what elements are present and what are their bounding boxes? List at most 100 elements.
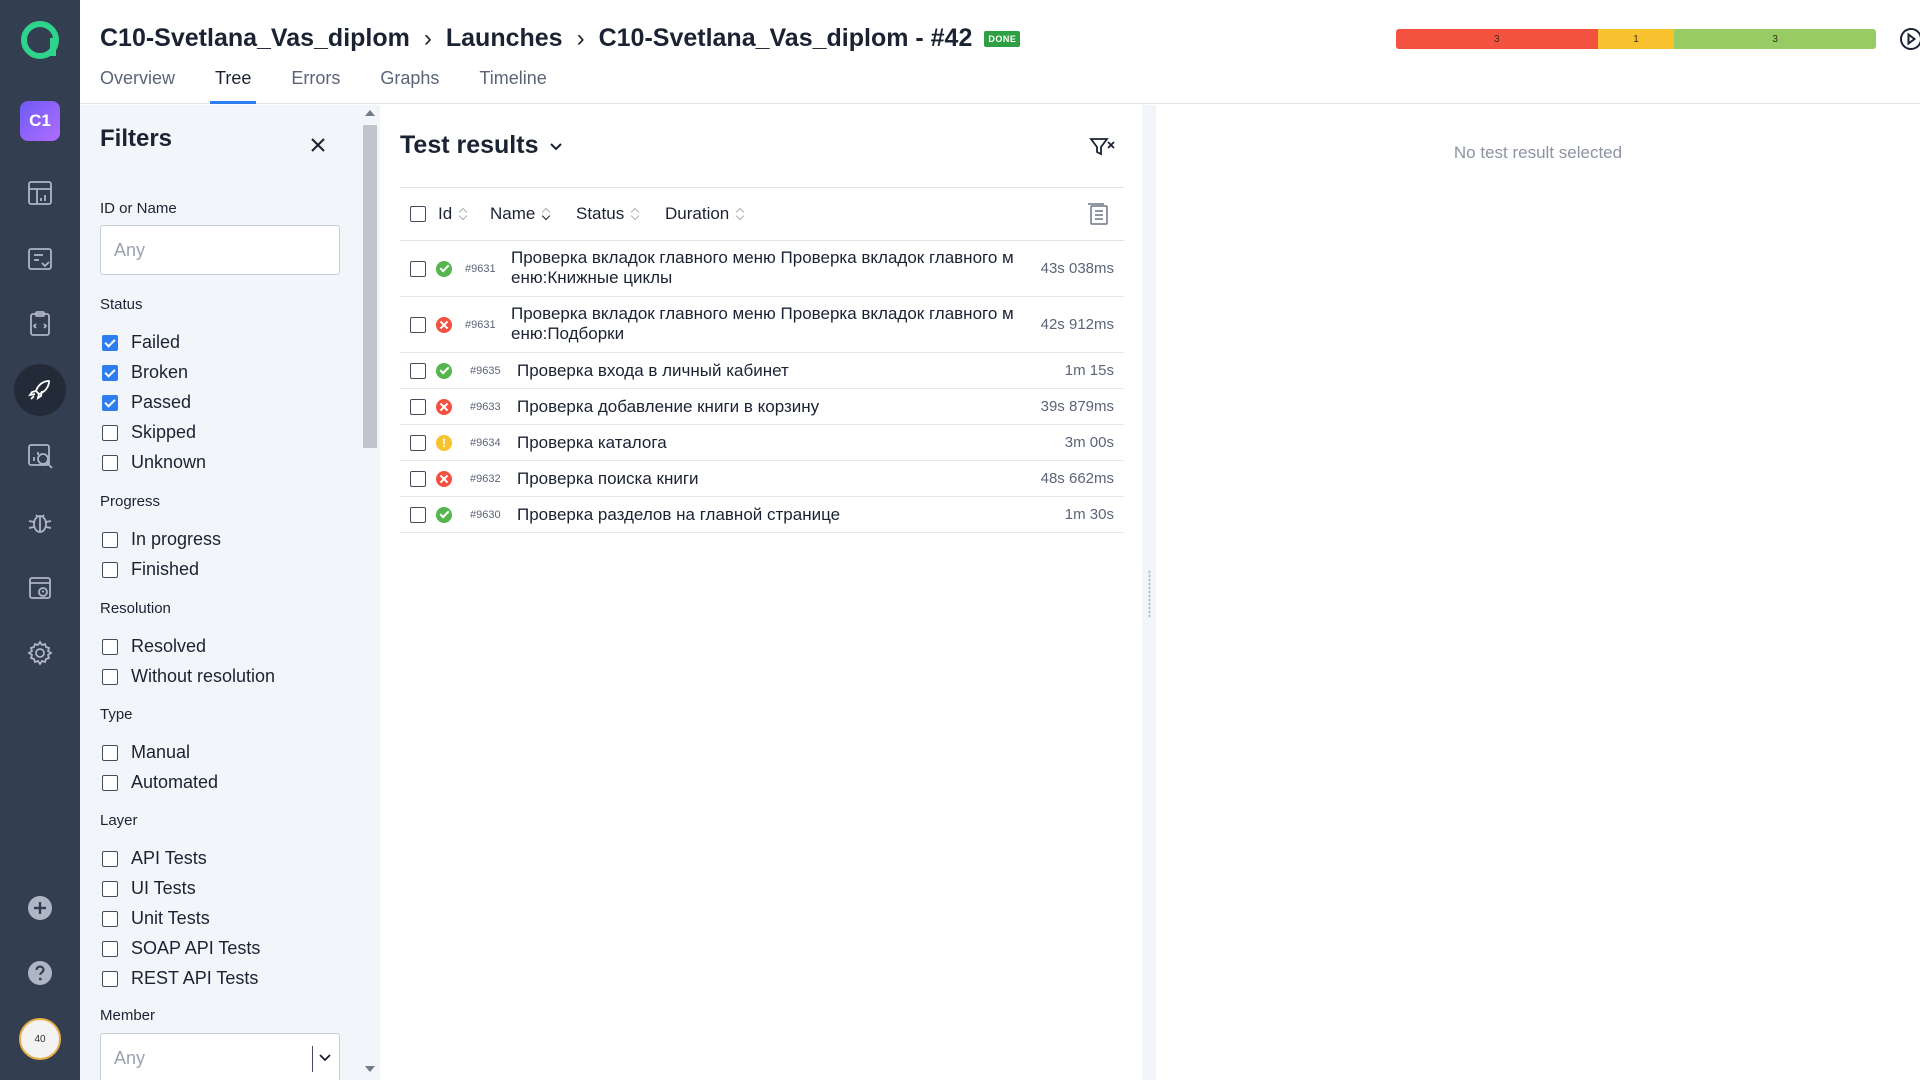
- table-row[interactable]: #9631 Проверка вкладок главного меню Про…: [400, 241, 1124, 297]
- layer-ui-checkbox[interactable]: UI Tests: [102, 878, 196, 899]
- filter-clear-icon[interactable]: [1088, 133, 1116, 161]
- sort-icon: [460, 207, 468, 221]
- tab-tree[interactable]: Tree: [209, 68, 257, 104]
- table-row[interactable]: #9635 Проверка входа в личный кабинет 1m…: [400, 353, 1124, 389]
- checkbox-label: SOAP API Tests: [131, 938, 261, 958]
- member-filter-label: Member: [100, 1007, 156, 1024]
- checkbox-icon: [102, 970, 118, 987]
- row-duration: 48s 662ms: [1040, 470, 1114, 487]
- filters-scrollbar-thumb[interactable]: [363, 125, 377, 448]
- table-row[interactable]: #9631 Проверка вкладок главного меню Про…: [400, 297, 1124, 353]
- row-checkbox[interactable]: [410, 399, 426, 415]
- row-name-line: еню:Книжные циклы: [511, 268, 673, 287]
- row-name: Проверка вкладок главного меню Проверка …: [511, 248, 1014, 288]
- checkbox-label: Without resolution: [131, 666, 276, 686]
- breadcrumb-project[interactable]: C10-Svetlana_Vas_diplom: [100, 24, 410, 53]
- passed-status-icon: [436, 363, 452, 379]
- member-select[interactable]: Any: [100, 1033, 340, 1080]
- status-bar-segment[interactable]: 1: [1597, 29, 1675, 49]
- checkbox-checked-icon: [102, 334, 118, 351]
- column-id[interactable]: Id: [438, 204, 468, 224]
- row-name-line: Проверка вкладок главного меню Проверка …: [511, 248, 1014, 267]
- table-row[interactable]: #9632 Проверка поиска книги 48s 662ms: [400, 461, 1124, 497]
- allure-logo-icon[interactable]: [18, 18, 62, 62]
- avatar-label: 40: [34, 1033, 46, 1045]
- type-manual-checkbox[interactable]: Manual: [102, 742, 190, 763]
- bug-icon: [28, 514, 52, 533]
- status-bar-segment[interactable]: 3: [1674, 29, 1876, 49]
- tab-overview[interactable]: Overview: [100, 68, 175, 104]
- status-failed-checkbox[interactable]: Failed: [102, 332, 180, 353]
- user-avatar[interactable]: 40: [19, 1018, 61, 1060]
- row-id: #9633: [470, 401, 501, 413]
- id-or-name-input[interactable]: Any: [100, 225, 340, 275]
- chevron-down-icon: [550, 142, 563, 150]
- layer-filter-label: Layer: [100, 812, 138, 829]
- checkbox-label: REST API Tests: [131, 968, 259, 988]
- progress-finished-checkbox[interactable]: Finished: [102, 559, 199, 580]
- checkbox-icon: [102, 638, 118, 655]
- test-result-detail: No test result selected: [1156, 105, 1920, 1080]
- tab-timeline[interactable]: Timeline: [479, 68, 546, 104]
- nav-settings[interactable]: [14, 627, 66, 679]
- layer-soap-checkbox[interactable]: SOAP API Tests: [102, 938, 260, 959]
- table-row[interactable]: #9633 Проверка добавление книги в корзин…: [400, 389, 1124, 425]
- id-filter-label: ID or Name: [100, 200, 177, 217]
- nav-launches[interactable]: [14, 364, 66, 416]
- checkbox-icon: [102, 744, 118, 761]
- failed-status-icon: [436, 399, 452, 415]
- status-broken-checkbox[interactable]: Broken: [102, 362, 188, 383]
- checkbox-label: Resolved: [131, 636, 207, 656]
- nav-test-cases[interactable]: [14, 233, 66, 285]
- breadcrumb-launches[interactable]: Launches: [446, 24, 563, 53]
- status-unknown-checkbox[interactable]: Unknown: [102, 452, 206, 473]
- close-icon[interactable]: [306, 133, 330, 157]
- type-automated-checkbox[interactable]: Automated: [102, 772, 218, 793]
- nav-analytics[interactable]: [14, 430, 66, 482]
- test-results-dropdown[interactable]: Test results: [400, 131, 564, 160]
- tab-errors[interactable]: Errors: [291, 68, 340, 104]
- row-checkbox[interactable]: [410, 507, 426, 523]
- resolution-without-checkbox[interactable]: Without resolution: [102, 666, 275, 687]
- nav-dashboards[interactable]: [14, 167, 66, 219]
- help-icon: [28, 961, 52, 985]
- nav-defects[interactable]: [14, 496, 66, 548]
- row-checkbox[interactable]: [410, 363, 426, 379]
- breadcrumb-chevron-icon: ›: [576, 24, 585, 52]
- row-checkbox[interactable]: [410, 317, 426, 333]
- table-row[interactable]: #9630 Проверка разделов на главной стран…: [400, 497, 1124, 533]
- test-plans-icon: [30, 311, 50, 336]
- nav-jobs[interactable]: [14, 562, 66, 614]
- row-checkbox[interactable]: [410, 471, 426, 487]
- project-badge[interactable]: C1: [20, 101, 60, 141]
- status-passed-checkbox[interactable]: Passed: [102, 392, 191, 413]
- scroll-down-arrow-icon[interactable]: [365, 1066, 375, 1072]
- row-name: Проверка разделов на главной странице: [517, 505, 841, 524]
- nav-test-plans[interactable]: [14, 298, 66, 350]
- layer-rest-checkbox[interactable]: REST API Tests: [102, 968, 258, 989]
- checkbox-checked-icon: [102, 394, 118, 411]
- nav-help[interactable]: [14, 947, 66, 999]
- scroll-up-arrow-icon[interactable]: [365, 110, 375, 116]
- launch-status-bar[interactable]: 313: [1396, 29, 1876, 49]
- rerun-button[interactable]: [1896, 24, 1920, 54]
- column-duration[interactable]: Duration: [665, 204, 745, 224]
- resolution-resolved-checkbox[interactable]: Resolved: [102, 636, 206, 657]
- table-row[interactable]: #9634 Проверка каталога 3m 00s: [400, 425, 1124, 461]
- tab-graphs[interactable]: Graphs: [380, 68, 439, 104]
- row-checkbox[interactable]: [410, 435, 426, 451]
- column-status[interactable]: Status: [576, 204, 640, 224]
- nav-create[interactable]: [14, 882, 66, 934]
- drag-handle-icon[interactable]: [1148, 570, 1151, 618]
- row-checkbox[interactable]: [410, 261, 426, 277]
- column-settings-icon[interactable]: [1086, 202, 1110, 226]
- failed-status-icon: [436, 317, 452, 333]
- status-skipped-checkbox[interactable]: Skipped: [102, 422, 196, 443]
- select-all-checkbox[interactable]: [410, 206, 426, 222]
- layer-unit-checkbox[interactable]: Unit Tests: [102, 908, 210, 929]
- column-name[interactable]: Name: [490, 204, 551, 224]
- layer-api-checkbox[interactable]: API Tests: [102, 848, 207, 869]
- progress-in-progress-checkbox[interactable]: In progress: [102, 529, 221, 550]
- status-bar-segment[interactable]: 3: [1396, 29, 1598, 49]
- test-results-panel: Test results Id Name Status Duration #96…: [380, 105, 1142, 1080]
